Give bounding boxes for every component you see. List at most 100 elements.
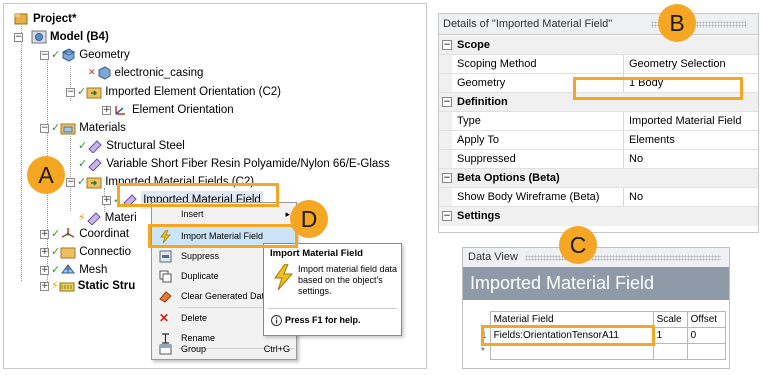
tree-item-coordinate-systems[interactable]: + ✓ Coordinat bbox=[40, 225, 129, 243]
expand-icon[interactable]: + bbox=[40, 247, 49, 257]
table-cell-offset[interactable]: 0 bbox=[686, 327, 726, 344]
column-header-scale[interactable]: Scale bbox=[652, 311, 688, 328]
data-view-title-text: Data View bbox=[468, 251, 518, 263]
suppress-icon bbox=[159, 250, 172, 263]
mesh-icon bbox=[60, 263, 76, 277]
duplicate-icon bbox=[159, 270, 172, 283]
tree-label: Connectio bbox=[79, 246, 132, 258]
detail-row-suppressed[interactable]: Suppressed No bbox=[439, 150, 758, 169]
collapse-icon[interactable]: − bbox=[442, 40, 452, 50]
tree-item-materials[interactable]: − ✓ Materials bbox=[40, 119, 126, 137]
detail-value[interactable]: Elements bbox=[623, 131, 758, 149]
collapse-icon[interactable]: − bbox=[442, 97, 452, 107]
detail-row-type[interactable]: Type Imported Material Field bbox=[439, 112, 758, 131]
section-label: Beta Options (Beta) bbox=[457, 172, 560, 184]
tree-item-element-orientation[interactable]: + Element Orientation bbox=[102, 101, 234, 119]
menu-item-label: Suppress bbox=[181, 251, 220, 261]
expand-icon[interactable]: + bbox=[102, 195, 111, 205]
check-icon: ✓ bbox=[51, 245, 61, 258]
table-cell-scale[interactable]: 1 bbox=[652, 327, 688, 344]
column-header-offset[interactable]: Offset bbox=[686, 311, 726, 328]
detail-value[interactable]: No bbox=[623, 150, 758, 168]
row-gutter bbox=[439, 131, 452, 149]
collapse-icon[interactable]: − bbox=[14, 32, 23, 42]
connections-icon bbox=[60, 245, 76, 259]
material-icon bbox=[87, 157, 103, 172]
menu-item-insert[interactable]: Insert ▸ bbox=[152, 205, 296, 224]
collapse-icon[interactable]: − bbox=[66, 87, 75, 97]
detail-key: Suppressed bbox=[457, 153, 516, 165]
body-icon bbox=[96, 66, 112, 80]
tooltip-help: Press F1 for help. bbox=[285, 315, 361, 325]
collapse-icon[interactable]: − bbox=[66, 177, 75, 187]
drag-grip[interactable] bbox=[525, 255, 721, 261]
tree-label: Imported Element Orientation (C2) bbox=[105, 86, 281, 98]
expand-icon[interactable]: + bbox=[40, 229, 49, 239]
tooltip-separator bbox=[268, 308, 397, 309]
expand-icon[interactable]: + bbox=[102, 105, 111, 115]
tree-item-project[interactable]: Project* bbox=[14, 10, 76, 28]
section-label: Definition bbox=[457, 96, 508, 108]
eraser-icon bbox=[159, 290, 172, 303]
detail-row-apply-to[interactable]: Apply To Elements bbox=[439, 131, 758, 150]
check-icon: ✓ bbox=[77, 85, 87, 98]
row-gutter bbox=[439, 55, 452, 73]
tree-item-connections[interactable]: + ✓ Connectio bbox=[40, 243, 131, 261]
tree-line bbox=[21, 26, 22, 281]
section-settings[interactable]: − Settings bbox=[439, 207, 758, 226]
section-beta-options[interactable]: − Beta Options (Beta) bbox=[439, 169, 758, 188]
coordinate-icon bbox=[60, 227, 76, 241]
row-gutter bbox=[439, 188, 452, 206]
tree-label: Structural Steel bbox=[106, 140, 185, 152]
detail-value[interactable]: Geometry Selection bbox=[623, 55, 758, 73]
tree-item-static-structural[interactable]: + ⚡ Static Stru bbox=[40, 277, 135, 295]
detail-row-show-body-wireframe[interactable]: Show Body Wireframe (Beta) No bbox=[439, 188, 758, 207]
callout-b: B bbox=[658, 4, 696, 42]
collapse-icon[interactable]: − bbox=[40, 50, 49, 60]
tree-item-model[interactable]: − Model (B4) bbox=[14, 28, 109, 46]
details-panel: Details of "Imported Material Field" − S… bbox=[438, 13, 759, 233]
table-cell-offset[interactable] bbox=[686, 343, 726, 360]
section-label: Settings bbox=[457, 210, 501, 222]
collapse-icon[interactable]: − bbox=[40, 123, 49, 133]
check-icon: ✓ bbox=[78, 157, 88, 170]
collapse-icon[interactable]: − bbox=[442, 211, 452, 221]
menu-item-label: Group bbox=[181, 344, 207, 354]
tree-item-geometry[interactable]: − ✓ Geometry bbox=[40, 46, 130, 64]
info-icon bbox=[271, 315, 282, 328]
menu-item-group[interactable]: Group Ctrl+G bbox=[152, 340, 296, 359]
section-scope[interactable]: − Scope bbox=[439, 36, 758, 55]
detail-value[interactable]: Imported Material Field bbox=[623, 112, 758, 130]
tooltip: Import Material Field Import material fi… bbox=[263, 243, 402, 336]
tree-item-electronic-casing[interactable]: ✕ electronic_casing bbox=[88, 64, 203, 82]
check-icon: ✓ bbox=[51, 121, 61, 134]
model-icon bbox=[31, 30, 47, 44]
delete-icon: ✕ bbox=[159, 311, 170, 325]
highlight-box-material-field bbox=[481, 325, 655, 346]
detail-key: Geometry bbox=[457, 77, 506, 89]
tree-item-structural-steel[interactable]: ✓ Structural Steel bbox=[78, 137, 185, 155]
detail-row-scoping-method[interactable]: Scoping Method Geometry Selection bbox=[439, 55, 758, 74]
detail-key: Show Body Wireframe (Beta) bbox=[457, 191, 600, 203]
detail-key: Scoping Method bbox=[457, 58, 537, 70]
tooltip-body: Import material field data based on the … bbox=[298, 264, 398, 296]
details-title-text: Details of "Imported Material Field" bbox=[443, 18, 613, 30]
table-cell-scale[interactable] bbox=[652, 343, 688, 360]
detail-value[interactable]: No bbox=[623, 188, 758, 206]
tree-item-variable-short-fiber[interactable]: ✓ Variable Short Fiber Resin Polyamide/N… bbox=[78, 155, 390, 173]
callout-d: D bbox=[290, 200, 328, 238]
row-gutter bbox=[439, 112, 452, 130]
lightning-icon bbox=[272, 263, 294, 292]
expand-icon[interactable]: + bbox=[40, 265, 49, 275]
expand-icon[interactable]: + bbox=[40, 281, 49, 291]
tree-label: Model (B4) bbox=[50, 31, 109, 43]
menu-shortcut: Ctrl+G bbox=[263, 344, 290, 354]
tree-item-imported-element-orientation[interactable]: − ✓ Imported Element Orientation (C2) bbox=[66, 83, 281, 101]
row-gutter bbox=[439, 150, 452, 168]
collapse-icon[interactable]: − bbox=[442, 173, 452, 183]
check-icon: ✓ bbox=[78, 139, 88, 152]
project-icon bbox=[14, 12, 30, 26]
callout-a: A bbox=[27, 156, 65, 194]
orientation-icon bbox=[113, 103, 129, 117]
details-title: Details of "Imported Material Field" bbox=[439, 14, 758, 35]
